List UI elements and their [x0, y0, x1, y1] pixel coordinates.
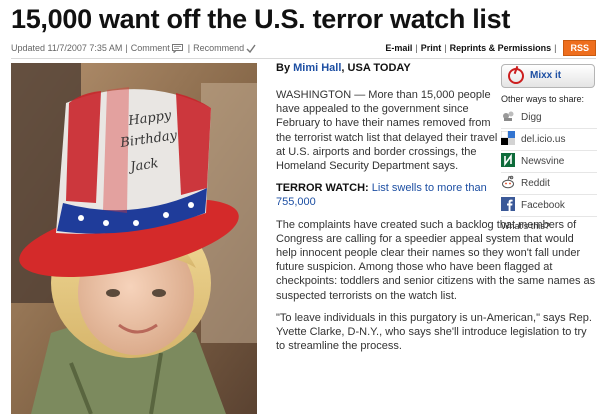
article-photo: Happy Birthday Jack	[11, 63, 257, 414]
share-digg[interactable]: Digg	[501, 107, 597, 129]
comment-icon[interactable]	[171, 44, 183, 53]
mixx-logo-icon	[508, 68, 524, 84]
header-divider	[11, 58, 596, 59]
print-link[interactable]: Print	[421, 43, 442, 53]
share-newsvine-label: Newsvine	[521, 156, 565, 167]
comment-link[interactable]: Comment	[131, 43, 170, 53]
share-digg-label: Digg	[521, 112, 542, 123]
newsvine-icon	[501, 153, 515, 167]
byline-outlet: , USA TODAY	[341, 62, 411, 74]
delicious-icon	[501, 131, 515, 145]
mixx-label: Mixx it	[530, 70, 562, 81]
whats-this-link[interactable]: What's this?	[501, 221, 597, 231]
page-title: 15,000 want off the U.S. terror watch li…	[11, 4, 511, 34]
share-reddit[interactable]: Reddit	[501, 173, 597, 195]
related-story-label: TERROR WATCH:	[276, 182, 369, 195]
share-delicious[interactable]: del.icio.us	[501, 129, 597, 151]
share-panel: Mixx it Other ways to share: Digg del.ic…	[501, 64, 597, 231]
author-link[interactable]: Mimi Hall	[293, 62, 341, 74]
article-paragraph-3: "To leave individuals in this purgatory …	[276, 311, 592, 353]
recommend-check-icon[interactable]	[246, 44, 256, 53]
share-heading: Other ways to share:	[501, 94, 585, 104]
share-newsvine[interactable]: Newsvine	[501, 151, 597, 173]
share-facebook[interactable]: Facebook	[501, 195, 597, 217]
share-delicious-label: del.icio.us	[521, 134, 566, 145]
share-reddit-label: Reddit	[521, 178, 550, 189]
article-tools: E-mail | Print | Reprints & Permissions | RSS	[385, 40, 596, 56]
share-facebook-label: Facebook	[521, 200, 565, 211]
article-meta-bar: Updated 11/7/2007 7:35 AM | Comment | Recomm…	[11, 40, 596, 58]
photo-illustration: Happy Birthday Jack	[11, 63, 257, 414]
article-paragraph-1: WASHINGTON — More than 15,000 people hav…	[276, 89, 498, 173]
reprints-link[interactable]: Reprints & Permissions	[450, 43, 552, 53]
recommend-link[interactable]: Recommend	[193, 43, 244, 53]
byline: By Mimi Hall, USA TODAY	[276, 62, 411, 74]
byline-prefix: By	[276, 62, 291, 74]
email-link[interactable]: E-mail	[385, 43, 412, 53]
facebook-icon	[501, 197, 515, 211]
reddit-icon	[502, 175, 514, 189]
related-story: TERROR WATCH: List swells to more than 7…	[276, 181, 498, 209]
updated-timestamp: Updated 11/7/2007 7:35 AM	[11, 43, 123, 53]
rss-button[interactable]: RSS	[563, 40, 596, 56]
article-body: WASHINGTON — More than 15,000 people hav…	[276, 88, 595, 361]
digg-icon	[503, 111, 514, 121]
article-meta-left: Updated 11/7/2007 7:35 AM | Comment | Recomm…	[11, 43, 258, 53]
mixx-button[interactable]: Mixx it	[501, 64, 595, 88]
